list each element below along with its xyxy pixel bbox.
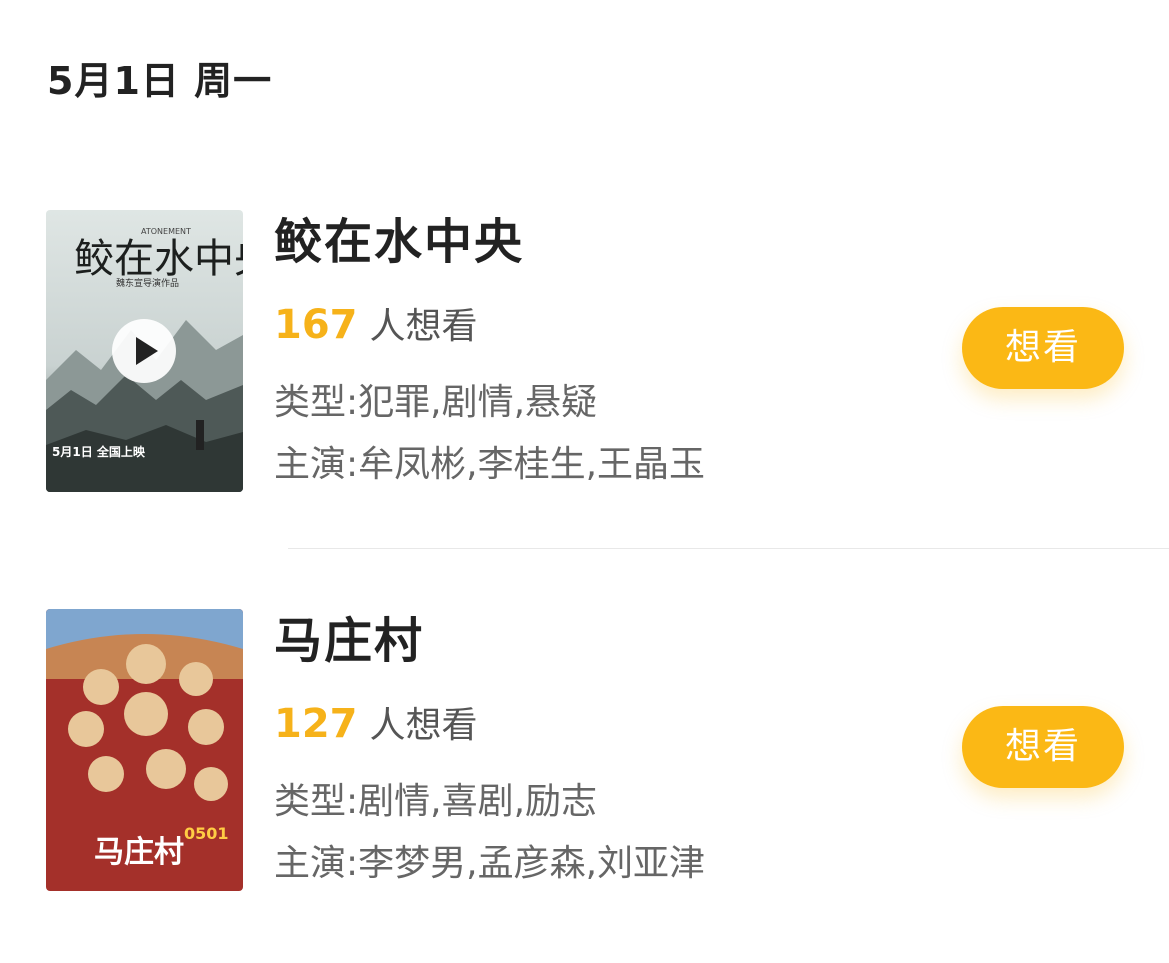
wish-count: 167 — [274, 302, 358, 348]
wish-label: 人想看 — [369, 705, 478, 746]
movie-poster[interactable]: 马庄村 0501 — [46, 609, 243, 891]
play-icon[interactable] — [112, 319, 176, 383]
wish-info: 127 人想看 — [274, 699, 478, 757]
wish-info: 167 人想看 — [274, 300, 478, 358]
movie-genre: 类型:剧情,喜剧,励志 — [274, 781, 598, 822]
movie-genre: 类型:犯罪,剧情,悬疑 — [274, 382, 598, 423]
movie-poster[interactable]: 鲛在水中央 ATONEMENT 魏东宣导演作品 5月1日 全国上映 — [46, 210, 243, 492]
movie-cast: 主演:牟凤彬,李桂生,王晶玉 — [274, 444, 706, 485]
movie-title[interactable]: 鲛在水中央 — [274, 212, 524, 272]
movie-title[interactable]: 马庄村 — [274, 611, 424, 671]
poster-english-title: ATONEMENT — [141, 227, 191, 236]
poster-date: 0501 — [184, 824, 229, 843]
want-to-watch-button[interactable]: 想看 — [962, 307, 1124, 389]
poster-title: 鲛在水中央 — [74, 236, 243, 282]
poster-title: 马庄村 — [94, 835, 184, 870]
movie-cast: 主演:李梦男,孟彦森,刘亚津 — [274, 843, 706, 884]
movie-item[interactable]: 鲛在水中央 ATONEMENT 魏东宣导演作品 5月1日 全国上映 鲛在水中央 … — [0, 210, 1169, 492]
wish-count: 127 — [274, 701, 358, 747]
divider — [288, 548, 1169, 549]
wish-label: 人想看 — [369, 306, 478, 347]
poster-release-text: 5月1日 全国上映 — [52, 444, 146, 459]
poster-credit: 魏东宣导演作品 — [116, 277, 179, 289]
poster-image: 鲛在水中央 ATONEMENT 魏东宣导演作品 5月1日 全国上映 — [46, 210, 243, 492]
date-header: 5月1日 周一 — [47, 59, 273, 103]
poster-image: 马庄村 0501 — [46, 609, 243, 891]
want-to-watch-button[interactable]: 想看 — [962, 706, 1124, 788]
movie-item[interactable]: 马庄村 0501 马庄村 127 人想看 类型:剧情,喜剧,励志 主演:李梦男,孟… — [0, 609, 1169, 891]
